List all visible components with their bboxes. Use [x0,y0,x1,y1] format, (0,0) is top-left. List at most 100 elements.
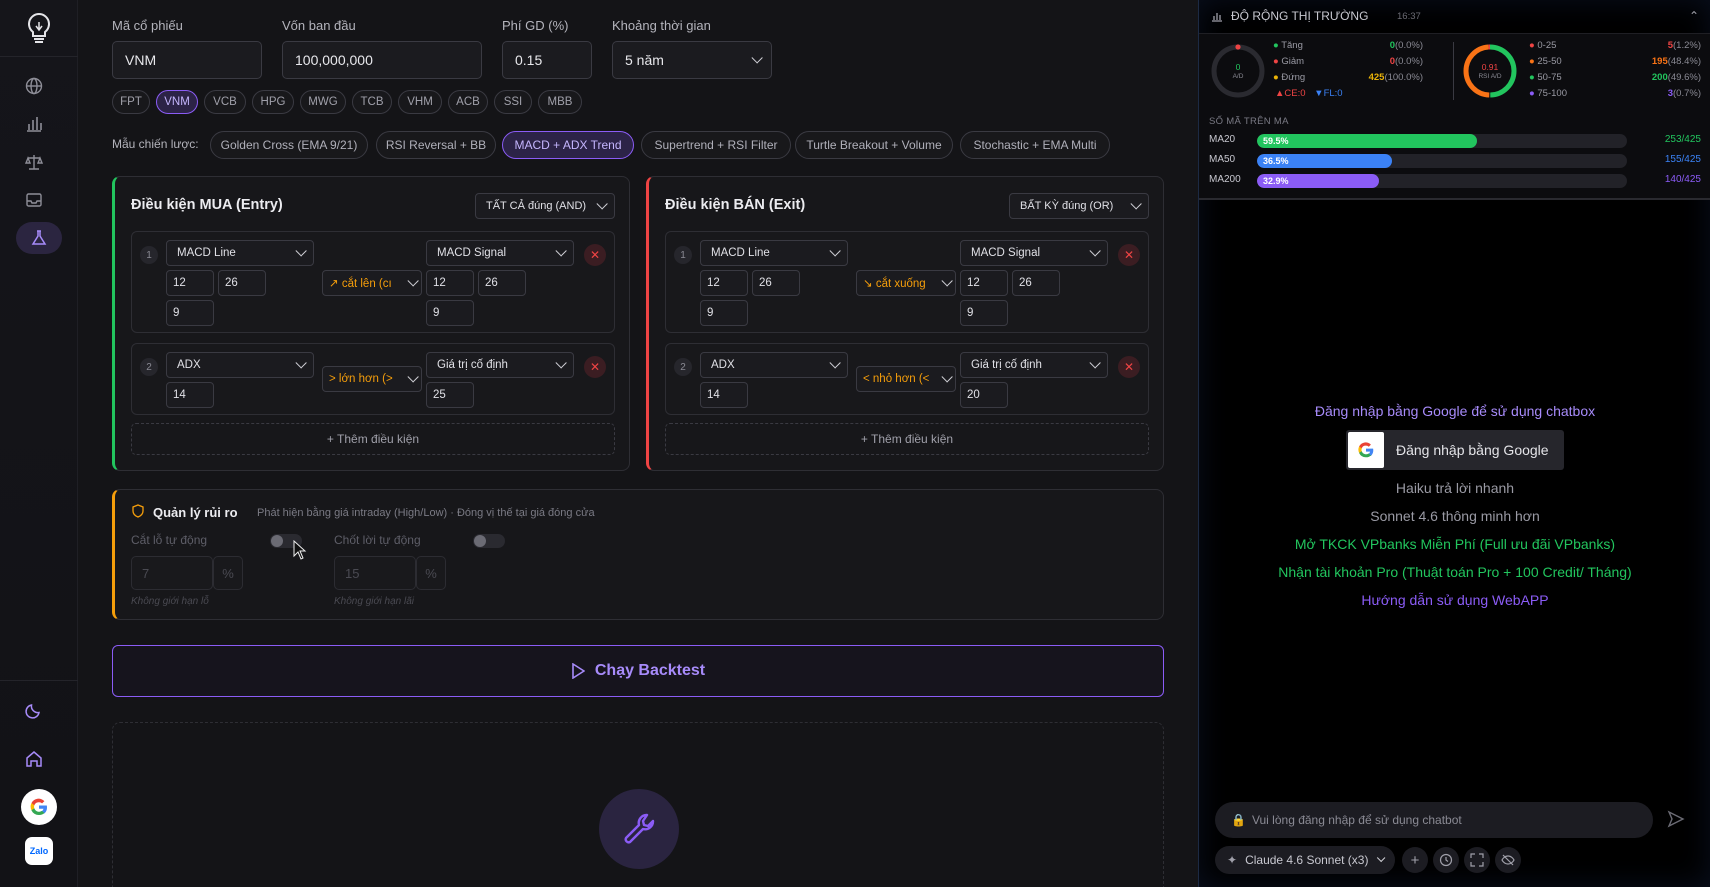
right-param-value[interactable]: 20 [960,382,1008,408]
stop-loss-input[interactable]: 7 [131,556,213,590]
google-login-label: Đăng nhập bằng Google [1396,442,1549,458]
delete-condition-button[interactable]: ✕ [1118,356,1140,378]
right-indicator-select[interactable]: Giá trị cố định [426,352,574,378]
template-stochastic-ema[interactable]: Stochastic + EMA Multi [960,131,1110,159]
delete-condition-button[interactable]: ✕ [584,356,606,378]
zalo-label: Zalo [29,846,49,856]
add-buy-condition-button[interactable]: + Thêm điều kiện [131,423,615,455]
ticker-chip-tcb[interactable]: TCB [352,90,392,114]
rsi-value: 195 [1651,56,1668,67]
sell-mode-select[interactable]: BẤT KỲ đúng (OR) [1009,193,1149,219]
guide-link[interactable]: Hướng dẫn sử dụng WebAPP [1199,592,1710,608]
ticker-chip-vcb[interactable]: VCB [204,90,246,114]
run-backtest-button[interactable]: Chạy Backtest [112,645,1164,697]
inbox-icon[interactable] [18,184,50,216]
template-turtle-breakout[interactable]: Turtle Breakout + Volume [795,131,953,159]
hide-button[interactable] [1495,847,1521,873]
left-param-period[interactable]: 14 [166,382,214,408]
right-param-slow[interactable]: 26 [478,270,526,296]
right-indicator-select[interactable]: MACD Signal [426,240,574,266]
send-icon[interactable] [1667,810,1685,831]
fee-input[interactable]: 0.15 [502,41,592,79]
operator-select[interactable]: ↘ cắt xuống [856,270,956,296]
zalo-icon[interactable]: Zalo [25,837,53,865]
flask-icon[interactable] [16,222,62,254]
left-param-fast[interactable]: 12 [700,270,748,296]
moon-icon[interactable] [18,694,50,726]
ticker-chip-hpg[interactable]: HPG [252,90,294,114]
vpbanks-link[interactable]: Mở TKCK VPbanks Miễn Phí (Full ưu đãi VP… [1199,536,1710,552]
right-param-signal[interactable]: 9 [960,300,1008,326]
delete-condition-button[interactable]: ✕ [584,244,606,266]
period-select[interactable]: 5 năm [612,41,772,79]
capital-input[interactable]: 100,000,000 [282,41,482,79]
ma20-count: 253/425 [1665,134,1701,145]
left-indicator-select[interactable]: ADX [700,352,848,378]
pro-account-link[interactable]: Nhận tài khoản Pro (Thuật toán Pro + 100… [1199,564,1710,580]
lightbulb-logo-icon[interactable] [22,10,56,46]
right-param-fast[interactable]: 12 [426,270,474,296]
operator-select[interactable]: ↗ cắt lên (cı [322,270,422,296]
operator-select[interactable]: > lớn hơn (> [322,366,422,392]
expand-button[interactable] [1464,847,1490,873]
home-icon[interactable] [18,743,50,775]
right-param-fast[interactable]: 12 [960,270,1008,296]
left-param-fast[interactable]: 12 [166,270,214,296]
symbol-input[interactable]: VNM [112,41,262,79]
template-rsi-reversal[interactable]: RSI Reversal + BB [376,131,496,159]
left-param-slow[interactable]: 26 [752,270,800,296]
risk-subtitle: Phát hiện bằng giá intraday (High/Low) ·… [257,507,595,519]
ticker-chip-acb[interactable]: ACB [448,90,488,114]
login-prompt: Đăng nhập bằng Google để sử dụng chatbox [1314,403,1596,419]
collapse-icon[interactable]: ⌃ [1689,9,1699,23]
google-icon[interactable] [21,789,57,825]
globe-icon[interactable] [18,70,50,102]
take-profit-toggle[interactable] [473,534,505,548]
right-param-value[interactable]: 25 [426,382,474,408]
chat-input[interactable]: 🔒 Vui lòng đăng nhập để sử dụng chatbot [1215,802,1653,838]
market-breadth-header[interactable]: ĐỘ RỘNG THỊ TRƯỜNG 16:37 ⌃ [1199,0,1710,34]
ticker-chip-vhm[interactable]: VHM [398,90,442,114]
operator-select[interactable]: < nhỏ hơn (< [856,366,956,392]
right-param-slow[interactable]: 26 [1012,270,1060,296]
left-indicator-select[interactable]: MACD Line [700,240,848,266]
right-param-signal[interactable]: 9 [426,300,474,326]
buy-mode-select[interactable]: TẤT CẢ đúng (AND) [475,193,615,219]
ticker-chip-fpt[interactable]: FPT [112,90,150,114]
ma50-bar-track: 36.5% [1257,154,1627,168]
wrench-icon [599,789,679,869]
google-login-button[interactable]: Đăng nhập bằng Google [1346,430,1564,470]
rsi-center-label: RSI A/D [1478,73,1502,80]
right-indicator-select[interactable]: MACD Signal [960,240,1108,266]
chevron-down-icon [1130,198,1142,210]
bar-chart-icon[interactable] [18,108,50,140]
left-indicator-select[interactable]: ADX [166,352,314,378]
take-profit-input[interactable]: 15 [334,556,416,590]
history-button[interactable] [1433,847,1459,873]
delete-condition-button[interactable]: ✕ [1118,244,1140,266]
scale-icon[interactable] [18,146,50,178]
buy-conditions-panel: Điều kiện MUA (Entry) TẤT CẢ đúng (AND) … [112,176,630,471]
rsi-center-value: 0.91 [1481,62,1499,72]
operator-value: ↘ cắt xuống [863,278,926,290]
right-indicator-select[interactable]: Giá trị cố định [960,352,1108,378]
operator-value: ↗ cắt lên (cı [329,278,392,290]
ticker-chip-ssi[interactable]: SSI [494,90,532,114]
new-chat-button[interactable]: + [1402,847,1428,873]
left-indicator-value: MACD Line [177,247,236,259]
ticker-chip-mbb[interactable]: MBB [538,90,582,114]
left-indicator-select[interactable]: MACD Line [166,240,314,266]
ticker-chip-vnm[interactable]: VNM [156,90,198,114]
left-param-period[interactable]: 14 [700,382,748,408]
template-supertrend-rsi[interactable]: Supertrend + RSI Filter [641,131,791,159]
add-sell-condition-button[interactable]: + Thêm điều kiện [665,423,1149,455]
left-param-signal[interactable]: 9 [166,300,214,326]
model-select-button[interactable]: ✦ Claude 4.6 Sonnet (x3) [1215,846,1395,874]
left-param-slow[interactable]: 26 [218,270,266,296]
rsi-pct: (48.4%) [1667,56,1701,67]
ticker-chip-mwg[interactable]: MWG [300,90,346,114]
left-param-signal[interactable]: 9 [700,300,748,326]
template-golden-cross[interactable]: Golden Cross (EMA 9/21) [210,131,368,159]
chevron-down-icon [555,357,567,369]
template-macd-adx[interactable]: MACD + ADX Trend [502,131,634,159]
